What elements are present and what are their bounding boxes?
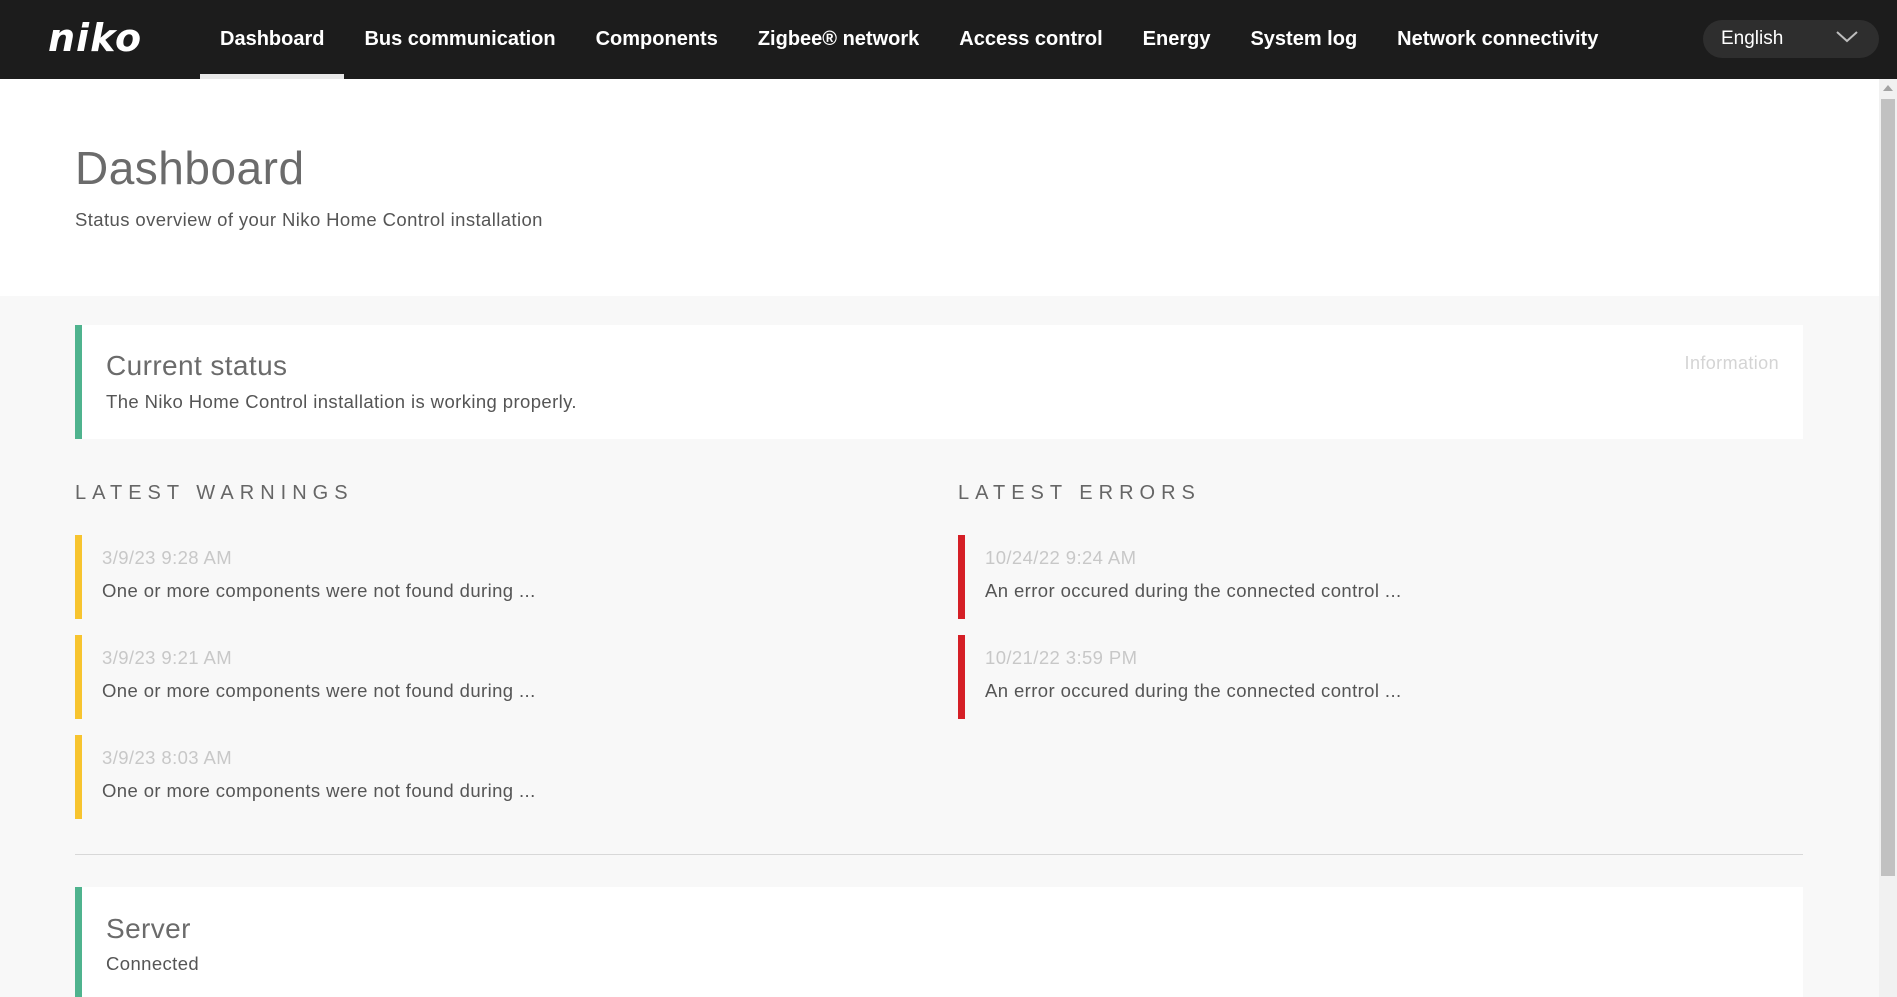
nav-components[interactable]: Components bbox=[576, 0, 738, 79]
current-status-message: The Niko Home Control installation is wo… bbox=[106, 391, 577, 412]
vertical-scrollbar[interactable] bbox=[1879, 79, 1897, 997]
nav-label: Bus communication bbox=[364, 28, 556, 50]
server-status-card: Server Connected bbox=[75, 887, 1803, 997]
top-navigation-bar: niko Dashboard Bus communication Compone… bbox=[0, 0, 1897, 79]
nav-system-log[interactable]: System log bbox=[1230, 0, 1377, 79]
warning-date: 3/9/23 9:28 AM bbox=[102, 547, 233, 568]
latest-warnings-heading: LATEST WARNINGS bbox=[75, 482, 354, 504]
nav-label: Access control bbox=[959, 28, 1103, 50]
status-level-label: Information bbox=[1684, 353, 1779, 373]
latest-errors-heading: LATEST ERRORS bbox=[958, 482, 1201, 504]
error-date: 10/24/22 9:24 AM bbox=[985, 547, 1137, 568]
nav-energy[interactable]: Energy bbox=[1123, 0, 1231, 79]
section-divider bbox=[75, 854, 1803, 855]
server-status: Connected bbox=[106, 953, 200, 974]
current-status-card: Current status The Niko Home Control ins… bbox=[75, 325, 1803, 439]
nav-network-connectivity[interactable]: Network connectivity bbox=[1377, 0, 1618, 79]
nav-bus-communication[interactable]: Bus communication bbox=[344, 0, 575, 79]
warning-entry[interactable]: 3/9/23 9:28 AM One or more components we… bbox=[75, 535, 795, 619]
error-entry[interactable]: 10/21/22 3:59 PM An error occured during… bbox=[958, 635, 1678, 719]
nav-label: Energy bbox=[1142, 28, 1211, 50]
niko-logo[interactable]: niko bbox=[48, 14, 142, 62]
language-select[interactable]: English bbox=[1703, 20, 1879, 58]
error-date: 10/21/22 3:59 PM bbox=[985, 647, 1138, 668]
scroll-up-arrow-icon[interactable] bbox=[1883, 85, 1893, 91]
current-status-title: Current status bbox=[106, 350, 288, 381]
scrollbar-thumb[interactable] bbox=[1881, 99, 1895, 876]
nav-zigbee-network[interactable]: Zigbee® network bbox=[738, 0, 939, 79]
logo-text: niko bbox=[48, 16, 143, 60]
nav-dashboard[interactable]: Dashboard bbox=[200, 0, 345, 79]
warning-message: One or more components were not found du… bbox=[102, 580, 536, 601]
nav-label: Network connectivity bbox=[1397, 28, 1599, 50]
error-message: An error occured during the connected co… bbox=[985, 580, 1402, 601]
error-message: An error occured during the connected co… bbox=[985, 680, 1402, 701]
page-subtitle: Status overview of your Niko Home Contro… bbox=[75, 209, 543, 230]
nav-label: Dashboard bbox=[220, 28, 325, 50]
warning-date: 3/9/23 9:21 AM bbox=[102, 647, 233, 668]
server-title: Server bbox=[106, 913, 191, 944]
nav-label: Zigbee® network bbox=[757, 28, 920, 50]
warning-message: One or more components were not found du… bbox=[102, 780, 536, 801]
warning-entry[interactable]: 3/9/23 9:21 AM One or more components we… bbox=[75, 635, 795, 719]
error-entry[interactable]: 10/24/22 9:24 AM An error occured during… bbox=[958, 535, 1678, 619]
warning-date: 3/9/23 8:03 AM bbox=[102, 747, 233, 768]
chevron-down-icon bbox=[1835, 29, 1859, 51]
nav-label: Components bbox=[595, 28, 718, 50]
page-title: Dashboard bbox=[75, 142, 305, 194]
page-header: Dashboard Status overview of your Niko H… bbox=[0, 79, 1879, 296]
warning-entry[interactable]: 3/9/23 8:03 AM One or more components we… bbox=[75, 735, 795, 819]
language-selected-value: English bbox=[1721, 28, 1784, 49]
nav-access-control[interactable]: Access control bbox=[939, 0, 1122, 79]
warning-message: One or more components were not found du… bbox=[102, 680, 536, 701]
main-nav: Dashboard Bus communication Components Z… bbox=[200, 0, 1618, 79]
nav-label: System log bbox=[1250, 28, 1358, 50]
